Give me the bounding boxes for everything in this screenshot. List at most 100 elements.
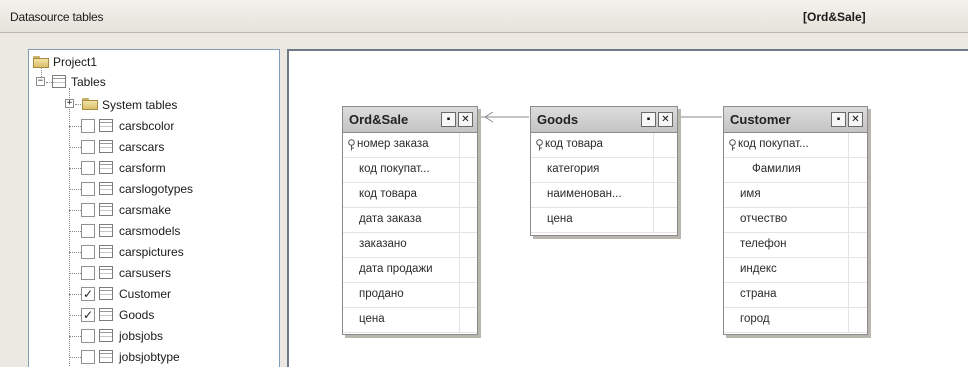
tree-item-label: System tables xyxy=(102,98,178,112)
tree-item-label: Tables xyxy=(71,75,106,89)
field-name: код товара xyxy=(359,188,417,200)
entity-header[interactable]: Customer ▪ ✕ xyxy=(724,107,867,133)
field-name: отчество xyxy=(740,213,788,225)
close-button[interactable]: ✕ xyxy=(458,112,473,127)
table-icon xyxy=(99,245,113,258)
tree-item-label: Project1 xyxy=(53,55,98,69)
field-name: номер заказа xyxy=(357,138,429,150)
field-name: цена xyxy=(547,213,573,225)
checkbox-icon[interactable] xyxy=(81,224,95,238)
field-row[interactable]: отчество xyxy=(724,208,867,233)
checkbox-icon[interactable]: ✓ xyxy=(81,287,95,301)
close-button[interactable]: ✕ xyxy=(658,112,673,127)
diagram-canvas[interactable]: Ord&Sale ▪ ✕ номер заказа код покупат...… xyxy=(287,49,968,367)
entity-header[interactable]: Goods ▪ ✕ xyxy=(531,107,677,133)
checkbox-icon[interactable] xyxy=(81,350,95,364)
field-row[interactable]: город xyxy=(724,308,867,333)
field-row[interactable]: дата заказа xyxy=(343,208,477,233)
checkbox-icon[interactable] xyxy=(81,329,95,343)
field-name: город xyxy=(740,313,770,325)
entity-header[interactable]: Ord&Sale ▪ ✕ xyxy=(343,107,477,133)
key-icon xyxy=(729,139,736,151)
field-row[interactable]: страна xyxy=(724,283,867,308)
table-icon xyxy=(99,350,113,363)
key-icon xyxy=(348,139,355,151)
entity-title: Ord&Sale xyxy=(349,112,409,127)
field-row[interactable]: индекс xyxy=(724,258,867,283)
table-icon xyxy=(52,75,66,88)
field-row[interactable]: наименован... xyxy=(531,183,677,208)
expand-icon[interactable]: + xyxy=(65,99,74,108)
field-row[interactable]: номер заказа xyxy=(343,133,477,158)
field-row[interactable]: телефон xyxy=(724,233,867,258)
field-name: телефон xyxy=(740,238,787,250)
checkbox-icon[interactable] xyxy=(81,119,95,133)
collapse-icon[interactable]: − xyxy=(36,77,45,86)
field-row[interactable]: цена xyxy=(531,208,677,233)
tree-item-label: carslogotypes xyxy=(119,182,194,196)
table-icon xyxy=(99,203,113,216)
tree-item-label: carsusers xyxy=(119,266,172,280)
field-row[interactable]: код товара xyxy=(531,133,677,158)
table-icon xyxy=(99,140,113,153)
field-name: индекс xyxy=(740,263,777,275)
tree-item-label: jobsjobs xyxy=(119,329,164,343)
field-name: код покупат... xyxy=(359,163,430,175)
table-icon xyxy=(99,161,113,174)
checkbox-icon[interactable] xyxy=(81,245,95,259)
field-name: категория xyxy=(547,163,600,175)
table-icon xyxy=(99,308,113,321)
field-row[interactable]: заказано xyxy=(343,233,477,258)
minimize-button[interactable]: ▪ xyxy=(441,112,456,127)
header-title: Datasource tables xyxy=(10,10,104,24)
tree-item-label: carsmodels xyxy=(119,224,181,238)
entity-ordsale[interactable]: Ord&Sale ▪ ✕ номер заказа код покупат...… xyxy=(342,106,478,335)
table-icon xyxy=(99,119,113,132)
checkbox-icon[interactable]: ✓ xyxy=(81,308,95,322)
field-row[interactable]: код покупат... xyxy=(343,158,477,183)
field-row[interactable]: код покупат... xyxy=(724,133,867,158)
field-name: Фамилия xyxy=(752,163,801,175)
table-icon xyxy=(99,182,113,195)
tree-item-label: carscars xyxy=(119,140,165,154)
field-name: дата заказа xyxy=(359,213,422,225)
field-name: код товара xyxy=(545,138,603,150)
field-row[interactable]: Фамилия xyxy=(724,158,867,183)
folder-icon xyxy=(82,98,98,110)
tree-item-label: Goods xyxy=(119,308,155,322)
field-row[interactable]: имя xyxy=(724,183,867,208)
tree-item-label: carsbcolor xyxy=(119,119,175,133)
tree-item-label: carsform xyxy=(119,161,166,175)
close-button[interactable]: ✕ xyxy=(848,112,863,127)
entity-title: Customer xyxy=(730,112,791,127)
header-bar: Datasource tables [Ord&Sale] xyxy=(0,0,968,33)
minimize-button[interactable]: ▪ xyxy=(641,112,656,127)
field-name: дата продажи xyxy=(359,263,433,275)
checkbox-icon[interactable] xyxy=(81,182,95,196)
minimize-button[interactable]: ▪ xyxy=(831,112,846,127)
tree-item-label: carspictures xyxy=(119,245,184,259)
field-row[interactable]: продано xyxy=(343,283,477,308)
checkbox-icon[interactable] xyxy=(81,203,95,217)
field-row[interactable]: код товара xyxy=(343,183,477,208)
key-icon xyxy=(536,139,543,151)
entity-customer[interactable]: Customer ▪ ✕ код покупат... Фамилия имя … xyxy=(723,106,868,335)
table-icon xyxy=(99,329,113,342)
field-name: заказано xyxy=(359,238,407,250)
field-row[interactable]: дата продажи xyxy=(343,258,477,283)
table-icon xyxy=(99,266,113,279)
datasource-tree[interactable]: Project1 − Tables + System tables carsbc… xyxy=(28,49,280,367)
entity-title: Goods xyxy=(537,112,579,127)
checkbox-icon[interactable] xyxy=(81,140,95,154)
tree-item-label: Customer xyxy=(119,287,172,301)
entity-goods[interactable]: Goods ▪ ✕ код товара категория наименова… xyxy=(530,106,678,236)
field-name: продано xyxy=(359,288,404,300)
field-name: код покупат... xyxy=(738,138,809,150)
field-name: цена xyxy=(359,313,385,325)
field-row[interactable]: цена xyxy=(343,308,477,333)
field-row[interactable]: категория xyxy=(531,158,677,183)
table-icon xyxy=(99,287,113,300)
checkbox-icon[interactable] xyxy=(81,266,95,280)
header-context-label: [Ord&Sale] xyxy=(803,10,866,24)
checkbox-icon[interactable] xyxy=(81,161,95,175)
